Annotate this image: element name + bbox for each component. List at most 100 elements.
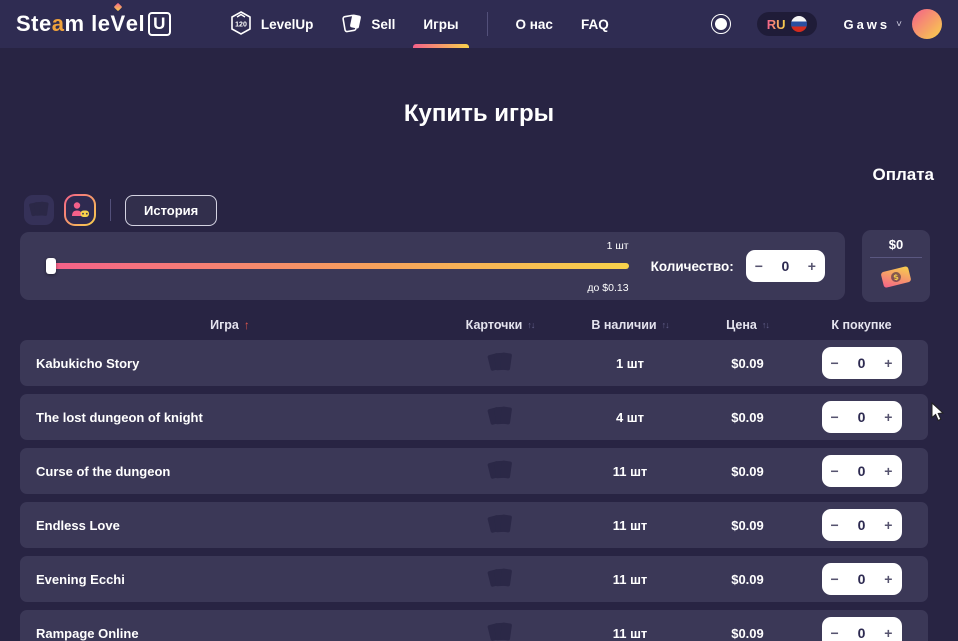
nav-item-levelup[interactable]: 120 LevelUp bbox=[229, 0, 314, 48]
game-name: Rampage Online bbox=[20, 626, 440, 641]
language-selector[interactable]: RU bbox=[757, 12, 818, 36]
chevron-down-icon: ˅ bbox=[896, 19, 902, 30]
game-name: Evening Ecchi bbox=[20, 572, 440, 587]
svg-text:120: 120 bbox=[235, 21, 247, 28]
decrease-button[interactable]: − bbox=[831, 464, 839, 478]
theme-toggle-icon[interactable] bbox=[711, 14, 731, 34]
available-count: 4 шт bbox=[560, 410, 700, 425]
slider-handle[interactable] bbox=[46, 258, 56, 274]
games-table-header: Игра ↑ Карточки ↑↓ В наличии ↑↓ Цена ↑↓ … bbox=[20, 313, 928, 337]
tab-games-view[interactable] bbox=[64, 194, 96, 226]
nav-label: Sell bbox=[371, 17, 395, 32]
quantity-slider-panel: 1 шт до $0.13 Количество: − 0 + bbox=[20, 232, 845, 300]
column-header-available[interactable]: В наличии ↑↓ bbox=[560, 318, 700, 332]
increase-button[interactable]: + bbox=[884, 572, 892, 586]
increase-button[interactable]: + bbox=[884, 464, 892, 478]
table-row: Curse of the dungeon 11 шт $0.09 − 0 + bbox=[20, 448, 928, 494]
payment-section-label: Оплата bbox=[872, 165, 934, 185]
decrease-button[interactable]: − bbox=[831, 410, 839, 424]
available-count: 11 шт bbox=[560, 572, 700, 587]
avatar[interactable] bbox=[912, 9, 942, 39]
game-name: Kabukicho Story bbox=[20, 356, 440, 371]
nav-item-sell[interactable]: Sell bbox=[341, 0, 395, 48]
decrease-button[interactable]: − bbox=[755, 259, 763, 273]
available-count: 11 шт bbox=[560, 626, 700, 641]
quantity-value: 0 bbox=[858, 625, 866, 641]
slider-max-quantity: 1 шт bbox=[607, 240, 629, 252]
quantity-value: 0 bbox=[858, 571, 866, 587]
nav-divider bbox=[487, 12, 488, 36]
view-tabs: История bbox=[24, 194, 217, 226]
price: $0.09 bbox=[700, 572, 795, 587]
russia-flag-icon bbox=[791, 16, 807, 32]
cards-icon bbox=[485, 621, 515, 641]
sort-ascending-icon: ↑ bbox=[244, 318, 250, 332]
site-header: Steam leVelU 120 LevelUp bbox=[0, 0, 958, 48]
increase-button[interactable]: + bbox=[808, 259, 816, 273]
increase-button[interactable]: + bbox=[884, 626, 892, 640]
nav-label: FAQ bbox=[581, 17, 609, 32]
global-quantity-stepper: − 0 + bbox=[746, 250, 825, 282]
game-name: Curse of the dungeon bbox=[20, 464, 440, 479]
table-row: Rampage Online 11 шт $0.09 − 0 + bbox=[20, 610, 928, 641]
quantity-label: Количество: bbox=[651, 259, 734, 274]
nav-item-games[interactable]: Игры bbox=[423, 0, 458, 48]
decrease-button[interactable]: − bbox=[831, 518, 839, 532]
game-name: Endless Love bbox=[20, 518, 440, 533]
row-quantity-stepper: − 0 + bbox=[822, 563, 902, 595]
price: $0.09 bbox=[700, 410, 795, 425]
cards-icon bbox=[485, 567, 515, 591]
logo-text: el bbox=[126, 11, 145, 37]
sort-icon: ↑↓ bbox=[762, 320, 769, 330]
available-count: 11 шт bbox=[560, 464, 700, 479]
decrease-button[interactable]: − bbox=[831, 572, 839, 586]
main-nav: 120 LevelUp Sell Игры О нас bbox=[229, 0, 609, 48]
tabs-divider bbox=[110, 199, 111, 221]
column-label: Карточки bbox=[466, 318, 523, 332]
logo-text: Ste bbox=[16, 11, 52, 37]
table-row: Evening Ecchi 11 шт $0.09 − 0 + bbox=[20, 556, 928, 602]
cards-icon bbox=[485, 513, 515, 537]
table-row: Kabukicho Story 1 шт $0.09 − 0 + bbox=[20, 340, 928, 386]
sort-icon: ↑↓ bbox=[662, 320, 669, 330]
available-count: 11 шт bbox=[560, 518, 700, 533]
person-gamepad-icon bbox=[70, 201, 90, 219]
payment-total-card[interactable]: $0 $ bbox=[862, 230, 930, 302]
history-button[interactable]: История bbox=[125, 195, 217, 226]
column-header-game[interactable]: Игра ↑ bbox=[20, 318, 440, 332]
price: $0.09 bbox=[700, 464, 795, 479]
cards-icon bbox=[485, 405, 515, 429]
slider: 1 шт до $0.13 bbox=[48, 258, 629, 274]
nav-item-about[interactable]: О нас bbox=[516, 0, 553, 48]
tab-cards-view[interactable] bbox=[24, 195, 54, 225]
increase-button[interactable]: + bbox=[884, 410, 892, 424]
payment-total: $0 bbox=[889, 237, 903, 252]
logo-u-badge: U bbox=[148, 12, 171, 36]
nav-label: Игры bbox=[423, 17, 458, 32]
column-header-price[interactable]: Цена ↑↓ bbox=[700, 318, 795, 332]
decrease-button[interactable]: − bbox=[831, 626, 839, 640]
mouse-cursor bbox=[931, 402, 945, 422]
logo-accent-a: a bbox=[52, 11, 65, 37]
sell-cards-icon bbox=[341, 11, 363, 38]
page-title: Купить игры bbox=[0, 100, 958, 128]
slider-track[interactable] bbox=[48, 263, 629, 269]
increase-button[interactable]: + bbox=[884, 518, 892, 532]
quantity-value: 0 bbox=[858, 463, 866, 479]
column-header-cards[interactable]: Карточки ↑↓ bbox=[440, 318, 560, 332]
decrease-button[interactable]: − bbox=[831, 356, 839, 370]
logo-v-diamond: V bbox=[111, 11, 126, 37]
table-row: Endless Love 11 шт $0.09 − 0 + bbox=[20, 502, 928, 548]
column-label: Цена bbox=[726, 318, 757, 332]
nav-item-faq[interactable]: FAQ bbox=[581, 0, 609, 48]
column-label: Игра bbox=[210, 318, 239, 332]
user-menu[interactable]: Gaws ˅ bbox=[843, 9, 942, 39]
levelup-badge-icon: 120 bbox=[229, 10, 253, 39]
available-count: 1 шт bbox=[560, 356, 700, 371]
price: $0.09 bbox=[700, 356, 795, 371]
increase-button[interactable]: + bbox=[884, 356, 892, 370]
row-quantity-stepper: − 0 + bbox=[822, 347, 902, 379]
games-table-body: Kabukicho Story 1 шт $0.09 − 0 + bbox=[20, 340, 928, 641]
site-logo[interactable]: Steam leVelU bbox=[16, 11, 171, 37]
header-right: RU Gaws ˅ bbox=[711, 9, 942, 39]
